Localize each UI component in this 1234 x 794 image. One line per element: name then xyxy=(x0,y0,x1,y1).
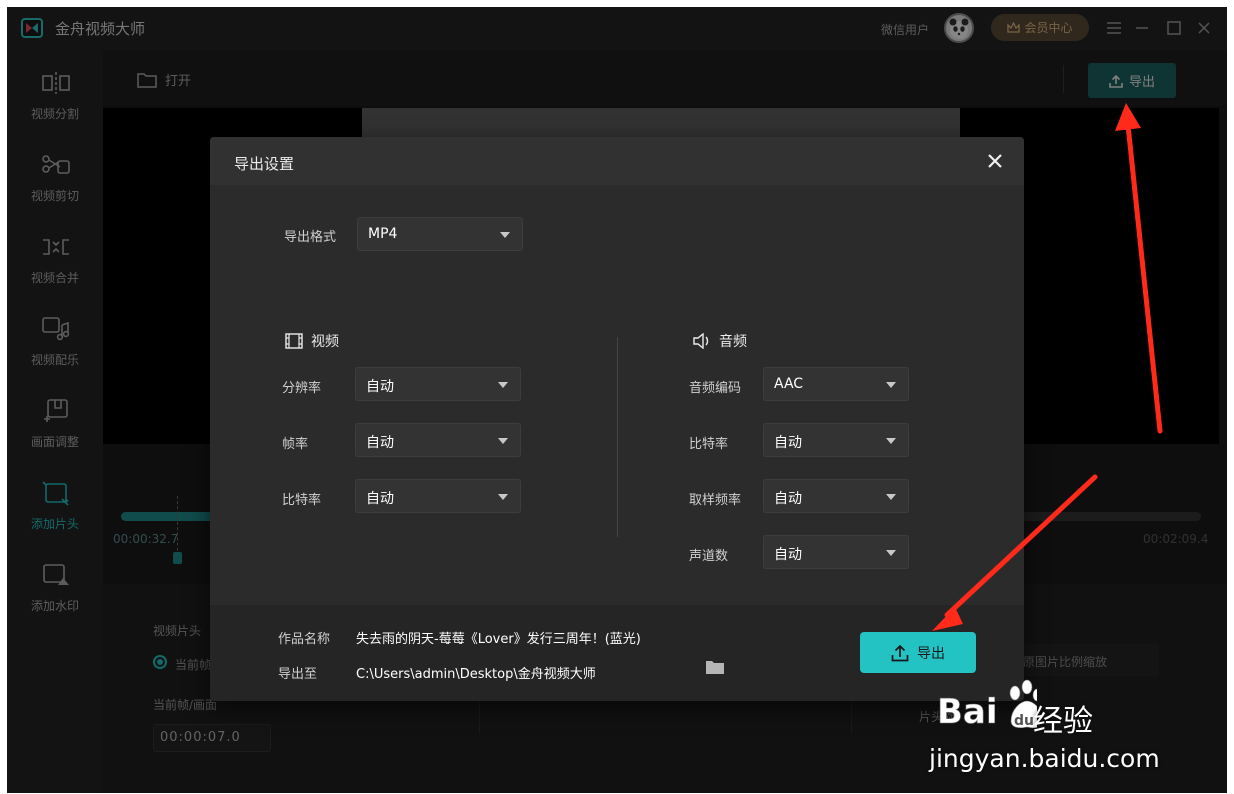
annotation-arrows xyxy=(932,103,1163,631)
baidu-paw-icon: Bai du xyxy=(937,679,1044,732)
arrow-to-top-export xyxy=(1115,103,1163,434)
arrow-to-dialog-export xyxy=(932,474,1098,631)
baidu-logo: Bai du xyxy=(937,671,1044,745)
svg-text:Bai: Bai xyxy=(937,692,998,732)
watermark-url: jingyan.baidu.com xyxy=(929,744,1160,773)
svg-text:du: du xyxy=(1014,713,1034,729)
watermark-text: 经验 xyxy=(1033,704,1093,739)
app-window: 金舟视频大师 微信用户 会员中心 视频分割 视频剪切 视频合并 视频配乐 画面调… xyxy=(7,7,1227,793)
